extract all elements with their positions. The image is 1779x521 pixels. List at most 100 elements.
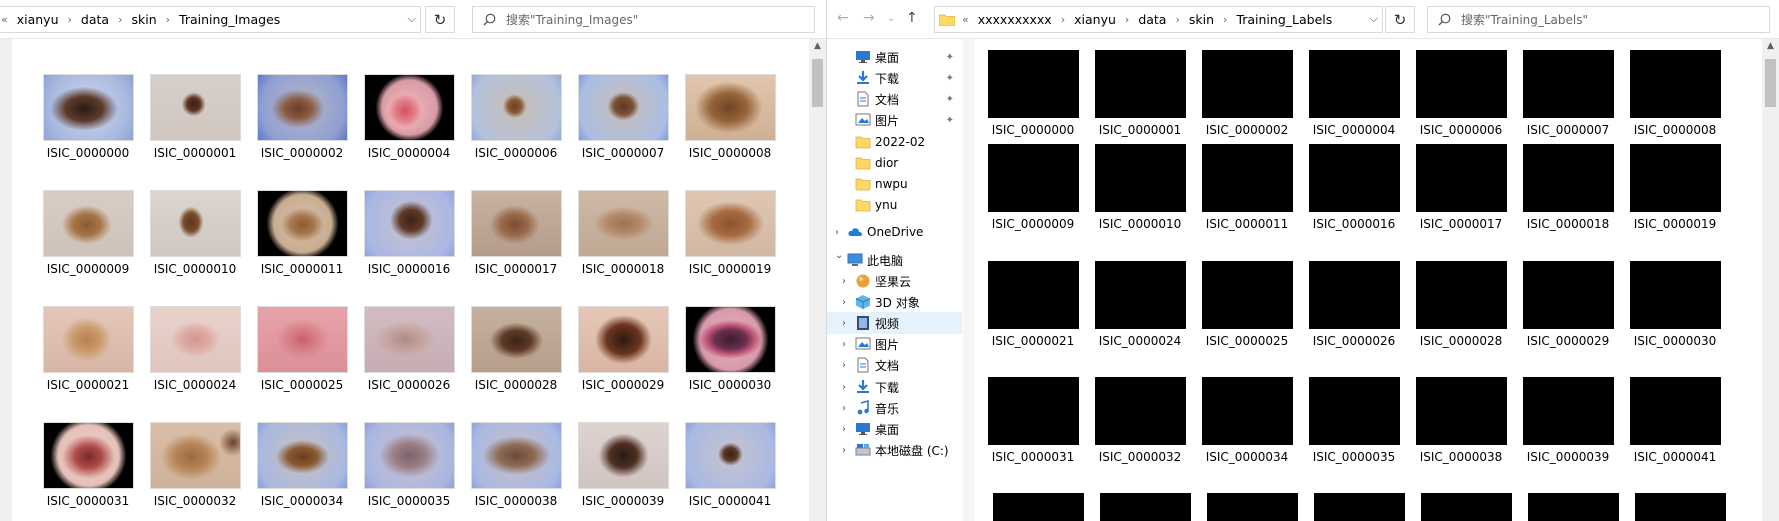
label-file-tile[interactable]: ISIC_0000000 [981,50,1085,137]
label-mask-thumbnail[interactable] [1421,493,1512,521]
label-file-tile[interactable]: ISIC_0000011 [1195,144,1299,231]
chevron-right-icon[interactable]: › [842,445,846,456]
scroll-thumb[interactable] [812,59,823,107]
nav-item[interactable]: nwpu [827,173,962,195]
image-file-tile[interactable]: ISIC_0000006 [464,74,568,160]
nav-item[interactable]: ⌄ 此电脑 [827,249,962,271]
search-input[interactable] [1459,11,1745,28]
refresh-button[interactable]: ↻ [1385,6,1415,33]
right-breadcrumb[interactable]: « xxxxxxxxxx › xianyu › data › skin › Training_L… [934,6,1383,33]
image-file-tile[interactable]: ISIC_0000041 [678,422,782,508]
label-file-tile[interactable]: ISIC_0000025 [1195,261,1299,348]
image-file-tile[interactable]: ISIC_0000029 [571,306,675,392]
nav-item[interactable]: › 图片 [827,333,962,355]
label-file-tile[interactable]: ISIC_0000030 [1623,261,1727,348]
nav-item[interactable]: › 下载 [827,376,962,398]
image-file-tile[interactable]: ISIC_0000017 [464,190,568,276]
breadcrumb-item[interactable]: xianyu [13,12,63,27]
image-file-tile[interactable]: ISIC_0000024 [143,306,247,392]
back-arrow-icon[interactable]: ← [837,10,849,26]
nav-item[interactable]: › 视频 [827,312,962,334]
chevron-down-icon[interactable]: ⌵ [408,12,416,26]
chevron-down-icon[interactable]: ⌵ [1370,12,1378,26]
image-file-tile[interactable]: ISIC_0000021 [36,306,140,392]
chevron-right-icon[interactable]: › [842,297,846,308]
left-vertical-scrollbar[interactable]: ▲ [809,39,826,521]
chevron-right-icon[interactable]: › [842,318,846,329]
breadcrumb-item[interactable]: xianyu [1070,12,1120,27]
nav-item[interactable]: › 文档 [827,354,962,376]
chevron-right-icon[interactable]: › [842,339,846,350]
label-file-tile[interactable]: ISIC_0000007 [1516,50,1620,137]
image-file-tile[interactable]: ISIC_0000001 [143,74,247,160]
nav-item[interactable]: › 音乐 [827,397,962,419]
image-file-tile[interactable]: ISIC_0000038 [464,422,568,508]
label-file-tile[interactable]: ISIC_0000009 [981,144,1085,231]
label-file-tile[interactable]: ISIC_0000024 [1088,261,1192,348]
image-file-tile[interactable]: ISIC_0000018 [571,190,675,276]
label-file-tile[interactable]: ISIC_0000010 [1088,144,1192,231]
overflow-chevron-icon[interactable]: « [1,13,13,26]
label-file-tile[interactable]: ISIC_0000041 [1623,377,1727,464]
image-file-tile[interactable]: ISIC_0000004 [357,74,461,160]
scroll-up-icon[interactable]: ▲ [1762,41,1779,51]
right-search-box[interactable] [1427,6,1770,33]
image-file-tile[interactable]: ISIC_0000007 [571,74,675,160]
image-file-tile[interactable]: ISIC_0000026 [357,306,461,392]
label-mask-thumbnail[interactable] [1100,493,1191,521]
image-file-tile[interactable]: ISIC_0000009 [36,190,140,276]
image-file-tile[interactable]: ISIC_0000031 [36,422,140,508]
image-file-tile[interactable]: ISIC_0000034 [250,422,354,508]
chevron-right-icon[interactable]: › [842,360,846,371]
breadcrumb-item[interactable]: data [77,12,113,27]
label-file-tile[interactable]: ISIC_0000026 [1302,261,1406,348]
label-file-tile[interactable]: ISIC_0000028 [1409,261,1513,348]
refresh-button[interactable]: ↻ [425,6,455,33]
image-file-tile[interactable]: ISIC_0000011 [250,190,354,276]
image-file-tile[interactable]: ISIC_0000019 [678,190,782,276]
chevron-right-icon[interactable]: › [842,424,846,435]
breadcrumb-item[interactable]: Training_Images [175,12,284,27]
image-file-tile[interactable]: ISIC_0000010 [143,190,247,276]
label-file-tile[interactable]: ISIC_0000039 [1516,377,1620,464]
label-file-tile[interactable]: ISIC_0000017 [1409,144,1513,231]
label-file-tile[interactable]: ISIC_0000004 [1302,50,1406,137]
chevron-right-icon[interactable]: › [842,403,846,414]
breadcrumb-item[interactable]: skin [127,12,160,27]
breadcrumb-item[interactable]: Training_Labels [1232,12,1336,27]
chevron-right-icon[interactable]: › [835,227,839,238]
image-file-tile[interactable]: ISIC_0000025 [250,306,354,392]
label-file-tile[interactable]: ISIC_0000018 [1516,144,1620,231]
label-file-tile[interactable]: ISIC_0000016 [1302,144,1406,231]
label-file-tile[interactable]: ISIC_0000034 [1195,377,1299,464]
nav-item[interactable]: › OneDrive [827,221,962,243]
nav-item[interactable]: 下载 ✦ [827,67,962,89]
nav-scrollbar[interactable] [963,39,974,521]
nav-item[interactable]: 2022-02 [827,131,962,153]
breadcrumb-item[interactable]: xxxxxxxxxx [974,12,1056,27]
label-mask-thumbnail[interactable] [993,493,1084,521]
label-file-tile[interactable]: ISIC_0000008 [1623,50,1727,137]
label-file-tile[interactable]: ISIC_0000001 [1088,50,1192,137]
label-file-tile[interactable]: ISIC_0000021 [981,261,1085,348]
nav-item[interactable]: ynu [827,194,962,216]
overflow-chevron-icon[interactable]: « [957,13,974,26]
nav-item[interactable]: 桌面 ✦ [827,46,962,68]
left-nav-scrollbar[interactable] [0,39,12,521]
label-mask-thumbnail[interactable] [1528,493,1619,521]
image-file-tile[interactable]: ISIC_0000039 [571,422,675,508]
nav-item[interactable]: › 坚果云 [827,270,962,292]
image-file-tile[interactable]: ISIC_0000030 [678,306,782,392]
image-file-tile[interactable]: ISIC_0000016 [357,190,461,276]
left-breadcrumb[interactable]: « xianyu › data › skin › Training_Images ⌵ [0,6,421,33]
label-file-tile[interactable]: ISIC_0000019 [1623,144,1727,231]
label-file-tile[interactable]: ISIC_0000031 [981,377,1085,464]
search-input[interactable] [504,11,790,28]
nav-item[interactable]: dior [827,152,962,174]
chevron-right-icon[interactable]: › [842,276,846,287]
image-file-tile[interactable]: ISIC_0000008 [678,74,782,160]
label-file-tile[interactable]: ISIC_0000038 [1409,377,1513,464]
up-arrow-icon[interactable]: ↑ [906,10,918,26]
image-file-tile[interactable]: ISIC_0000000 [36,74,140,160]
label-mask-thumbnail[interactable] [1314,493,1405,521]
